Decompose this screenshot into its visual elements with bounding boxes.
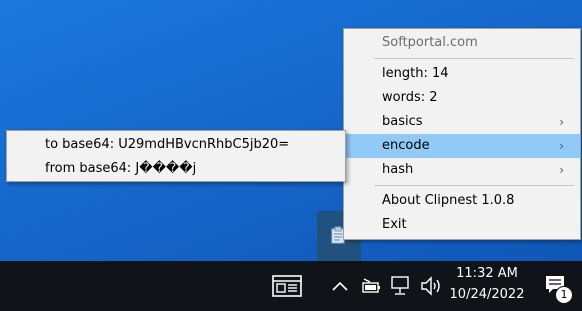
submenu-item-to-base64[interactable]: to base64: U29mdHBvcnRhbC5jb20=	[7, 133, 345, 157]
chevron-right-icon: ›	[559, 115, 564, 129]
volume-icon[interactable]	[420, 276, 442, 296]
chevron-up-icon[interactable]	[332, 280, 348, 292]
menu-item-label: from base64: J����j	[45, 161, 197, 176]
menu-item-softportal: Softportal.com	[344, 31, 580, 55]
network-icon[interactable]	[391, 276, 411, 296]
menu-item-exit[interactable]: Exit	[344, 213, 580, 237]
battery-icon[interactable]	[361, 278, 381, 294]
menu-item-encode[interactable]: encode ›	[344, 134, 580, 158]
menu-item-hash[interactable]: hash ›	[344, 158, 580, 182]
submenu-item-from-base64[interactable]: from base64: J����j	[7, 157, 345, 181]
menu-item-length[interactable]: length: 14	[344, 62, 580, 86]
menu-item-label: length: 14	[382, 66, 449, 81]
menu-item-label: Exit	[382, 217, 407, 232]
menu-item-label: Softportal.com	[382, 35, 478, 50]
chevron-right-icon: ›	[559, 139, 564, 153]
menu-separator	[374, 58, 574, 59]
taskbar: 11:32 AM 10/24/2022 1	[0, 261, 582, 311]
menu-separator	[374, 185, 574, 186]
notification-badge: 1	[555, 286, 573, 304]
menu-item-label: hash	[382, 162, 414, 177]
menu-item-label: basics	[382, 114, 423, 129]
menu-item-basics[interactable]: basics ›	[344, 110, 580, 134]
menu-item-words[interactable]: words: 2	[344, 86, 580, 110]
menu-item-about[interactable]: About Clipnest 1.0.8	[344, 189, 580, 213]
menu-item-label: encode	[382, 138, 430, 153]
news-icon[interactable]	[272, 275, 302, 297]
context-menu: Softportal.com length: 14 words: 2 basic…	[343, 28, 581, 240]
taskbar-clock[interactable]: 11:32 AM 10/24/2022	[446, 261, 528, 311]
menu-item-label: About Clipnest 1.0.8	[382, 193, 515, 208]
menu-item-label: to base64: U29mdHBvcnRhbC5jb20=	[45, 137, 290, 152]
clock-date: 10/24/2022	[449, 287, 525, 302]
chevron-right-icon: ›	[559, 163, 564, 177]
encode-submenu: to base64: U29mdHBvcnRhbC5jb20= from bas…	[6, 130, 346, 182]
menu-item-label: words: 2	[382, 90, 438, 105]
clock-time: 11:32 AM	[456, 266, 518, 281]
